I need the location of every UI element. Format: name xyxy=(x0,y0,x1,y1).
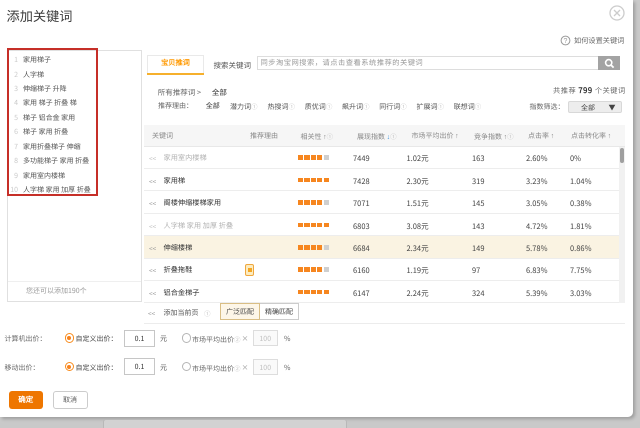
svg-text:?: ? xyxy=(564,38,568,45)
